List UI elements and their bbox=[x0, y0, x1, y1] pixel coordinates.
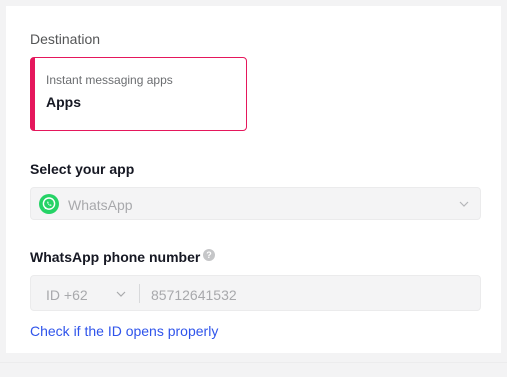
field-divider bbox=[139, 284, 140, 303]
app-select-value: WhatsApp bbox=[68, 197, 133, 213]
chevron-down-icon bbox=[116, 291, 126, 297]
select-app-label: Select your app bbox=[30, 161, 135, 177]
destination-card-subtitle: Instant messaging apps bbox=[46, 73, 173, 87]
phone-number-label: WhatsApp phone number bbox=[30, 249, 201, 265]
destination-card-title: Apps bbox=[46, 94, 81, 110]
whatsapp-icon bbox=[39, 194, 59, 214]
help-icon[interactable]: ? bbox=[203, 249, 215, 261]
check-id-link[interactable]: Check if the ID opens properly bbox=[30, 323, 218, 339]
phone-number-input[interactable]: 85712641532 bbox=[151, 287, 237, 303]
country-code-select[interactable]: ID +62 bbox=[46, 287, 88, 303]
app-select[interactable]: WhatsApp bbox=[30, 187, 481, 220]
phone-number-field: ID +62 85712641532 bbox=[30, 275, 481, 311]
destination-panel: Destination Instant messaging apps Apps … bbox=[6, 6, 501, 353]
destination-card-apps[interactable]: Instant messaging apps Apps bbox=[30, 57, 247, 131]
divider bbox=[0, 362, 507, 363]
chevron-down-icon bbox=[459, 201, 469, 207]
destination-label: Destination bbox=[30, 31, 101, 47]
